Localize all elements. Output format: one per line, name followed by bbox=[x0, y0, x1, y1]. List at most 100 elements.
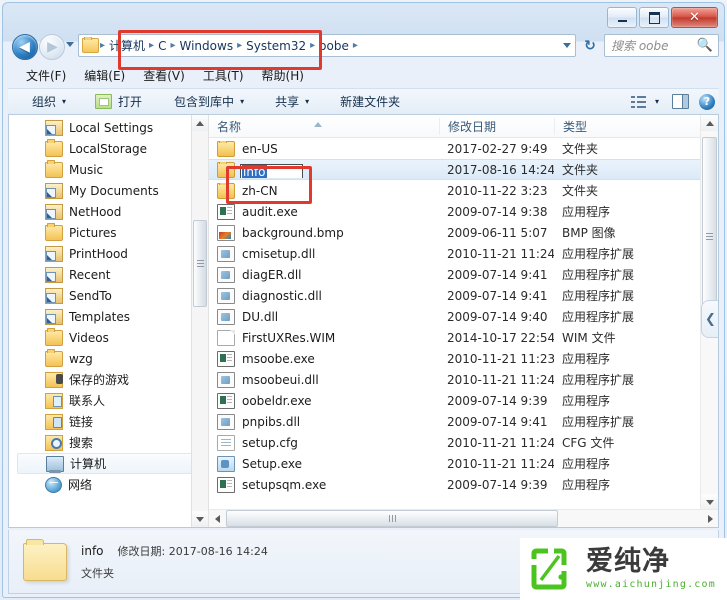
sidebar-item-9[interactable]: Templates bbox=[9, 306, 208, 327]
table-row[interactable]: Setup.exe 2010-11-21 11:24 应用程序 bbox=[209, 453, 718, 474]
table-row[interactable]: diagER.dll 2009-07-14 9:41 应用程序扩展 bbox=[209, 264, 718, 285]
column-header-date[interactable]: 修改日期 bbox=[439, 117, 554, 135]
sidebar-item-12[interactable]: 保存的游戏 bbox=[9, 369, 208, 390]
sidebar-item-13[interactable]: 联系人 bbox=[9, 390, 208, 411]
table-row[interactable]: audit.exe 2009-07-14 9:38 应用程序 bbox=[209, 201, 718, 222]
sidebar-item-14[interactable]: 链接 bbox=[9, 411, 208, 432]
scroll-right-button[interactable] bbox=[702, 511, 718, 527]
sidebar-item-label: 保存的游戏 bbox=[69, 373, 130, 387]
file-date-cell: 2009-07-14 9:39 bbox=[447, 393, 548, 408]
table-row[interactable]: info 2017-08-16 14:24 文件夹 bbox=[209, 159, 718, 180]
address-dropdown-icon[interactable] bbox=[559, 35, 575, 56]
table-row[interactable]: FirstUXRes.WIM 2014-10-17 22:54 WIM 文件 bbox=[209, 327, 718, 348]
links-icon bbox=[45, 413, 63, 430]
scroll-up-button[interactable] bbox=[192, 115, 208, 131]
scroll-up-button[interactable] bbox=[701, 115, 718, 131]
sidebar-item-label: wzg bbox=[69, 351, 93, 366]
column-header-name[interactable]: 名称 bbox=[209, 118, 439, 135]
menu-item-help[interactable]: 帮助(H) bbox=[262, 67, 304, 84]
table-row[interactable]: DU.dll 2009-07-14 9:40 应用程序扩展 bbox=[209, 306, 718, 327]
rename-input[interactable]: info bbox=[240, 163, 303, 178]
sidebar-item-7[interactable]: Recent bbox=[9, 264, 208, 285]
file-name-label: oobeldr.exe bbox=[242, 393, 312, 408]
breadcrumb-separator: ▸ bbox=[310, 40, 316, 51]
maximize-button[interactable] bbox=[639, 7, 669, 28]
sidebar-item-label: 网络 bbox=[68, 478, 93, 492]
table-row[interactable]: msoobe.exe 2010-11-21 11:23 应用程序 bbox=[209, 348, 718, 369]
search-input[interactable]: 搜索 oobe bbox=[605, 37, 697, 54]
breadcrumb-separator: ▸ bbox=[149, 40, 155, 51]
include-in-library-label: 包含到库中 bbox=[174, 95, 235, 109]
preview-pane-icon[interactable] bbox=[672, 94, 689, 109]
breadcrumb-item-1[interactable]: C bbox=[155, 39, 169, 53]
table-row[interactable]: diagnostic.dll 2009-07-14 9:41 应用程序扩展 bbox=[209, 285, 718, 306]
file-type-cell: 应用程序扩展 bbox=[562, 289, 635, 303]
sidebar-item-8[interactable]: SendTo bbox=[9, 285, 208, 306]
navigation-scroll-thumb[interactable] bbox=[193, 220, 207, 307]
sidebar-item-6[interactable]: PrintHood bbox=[9, 243, 208, 264]
table-row[interactable]: en-US 2017-02-27 9:49 文件夹 bbox=[209, 138, 718, 159]
search-box[interactable]: 搜索 oobe 🔍 bbox=[604, 34, 719, 57]
dll-icon bbox=[217, 371, 235, 388]
file-hscroll-thumb[interactable] bbox=[226, 510, 558, 527]
refresh-button[interactable]: ↻ bbox=[579, 34, 601, 57]
breadcrumb-item-0[interactable]: 计算机 bbox=[106, 37, 148, 54]
file-type-cell: 文件夹 bbox=[562, 184, 599, 198]
file-date-cell: 2017-08-16 14:24 bbox=[447, 162, 554, 177]
share-button[interactable]: 共享 ▾ bbox=[247, 93, 312, 110]
breadcrumb-item-3[interactable]: System32 bbox=[243, 39, 309, 53]
breadcrumb-item-2[interactable]: Windows bbox=[177, 39, 237, 53]
help-icon[interactable]: ? bbox=[699, 93, 715, 110]
scroll-left-button[interactable] bbox=[209, 511, 225, 527]
share-label: 共享 bbox=[275, 95, 300, 109]
sidebar-item-16[interactable]: 计算机 bbox=[17, 453, 204, 474]
file-name-cell: FirstUXRes.WIM bbox=[209, 329, 439, 346]
file-type-cell: 文件夹 bbox=[562, 163, 599, 177]
table-row[interactable]: msoobeui.dll 2010-11-21 11:24 应用程序扩展 bbox=[209, 369, 718, 390]
table-row[interactable]: setupsqm.exe 2009-07-14 9:39 应用程序 bbox=[209, 474, 718, 495]
minimize-button[interactable] bbox=[607, 7, 637, 28]
sidebar-item-15[interactable]: 搜索 bbox=[9, 432, 208, 453]
menu-item-edit[interactable]: 编辑(E) bbox=[84, 67, 125, 84]
sidebar-item-17[interactable]: 网络 bbox=[9, 474, 208, 495]
history-dropdown-icon[interactable] bbox=[66, 42, 74, 47]
open-folder-icon bbox=[95, 94, 113, 109]
include-in-library-button[interactable]: 包含到库中 ▾ bbox=[144, 93, 247, 110]
sidebar-item-1[interactable]: LocalStorage bbox=[9, 138, 208, 159]
file-horizontal-scrollbar[interactable] bbox=[209, 509, 718, 527]
organize-button[interactable]: 组织 ▾ bbox=[8, 93, 69, 110]
table-row[interactable]: pnpibs.dll 2009-07-14 9:41 应用程序扩展 bbox=[209, 411, 718, 432]
collapse-pane-button[interactable]: ❮ bbox=[701, 300, 718, 338]
breadcrumb-item-4[interactable]: oobe bbox=[316, 39, 352, 53]
sidebar-item-3[interactable]: My Documents bbox=[9, 180, 208, 201]
menu-item-file[interactable]: 文件(F) bbox=[26, 67, 66, 84]
sidebar-item-5[interactable]: Pictures bbox=[9, 222, 208, 243]
sidebar-item-10[interactable]: Videos bbox=[9, 327, 208, 348]
sidebar-item-4[interactable]: NetHood bbox=[9, 201, 208, 222]
scroll-down-button[interactable] bbox=[701, 494, 718, 510]
table-row[interactable]: zh-CN 2010-11-22 3:23 文件夹 bbox=[209, 180, 718, 201]
table-row[interactable]: cmisetup.dll 2010-11-21 11:24 应用程序扩展 bbox=[209, 243, 718, 264]
file-type-cell: 应用程序 bbox=[562, 457, 611, 471]
file-name-label: diagER.dll bbox=[242, 267, 302, 282]
open-button[interactable]: 打开 bbox=[69, 93, 144, 110]
change-view-button[interactable]: ▾ bbox=[630, 95, 662, 108]
sidebar-item-0[interactable]: Local Settings bbox=[9, 117, 208, 138]
scroll-down-button[interactable] bbox=[192, 511, 208, 527]
column-header-type[interactable]: 类型 bbox=[554, 117, 659, 135]
navigation-scrollbar[interactable] bbox=[191, 115, 208, 527]
menu-item-tools[interactable]: 工具(T) bbox=[203, 67, 244, 84]
new-folder-button[interactable]: 新建文件夹 bbox=[312, 93, 402, 110]
table-row[interactable]: setup.cfg 2010-11-21 11:24 CFG 文件 bbox=[209, 432, 718, 453]
forward-button[interactable]: ▶ bbox=[39, 34, 65, 60]
table-row[interactable]: oobeldr.exe 2009-07-14 9:39 应用程序 bbox=[209, 390, 718, 411]
sidebar-item-2[interactable]: Music bbox=[9, 159, 208, 180]
sidebar-item-11[interactable]: wzg bbox=[9, 348, 208, 369]
menu-item-view[interactable]: 查看(V) bbox=[143, 67, 185, 84]
address-bar[interactable]: ▸ 计算机 ▸ C ▸ Windows ▸ System32 ▸ oobe ▸ bbox=[78, 34, 576, 57]
back-button[interactable]: ◀ bbox=[12, 34, 38, 60]
table-row[interactable]: background.bmp 2009-06-11 5:07 BMP 图像 bbox=[209, 222, 718, 243]
bmp-icon bbox=[217, 224, 235, 241]
breadcrumb-separator: ▸ bbox=[100, 40, 106, 51]
close-button[interactable]: ✕ bbox=[671, 7, 718, 28]
